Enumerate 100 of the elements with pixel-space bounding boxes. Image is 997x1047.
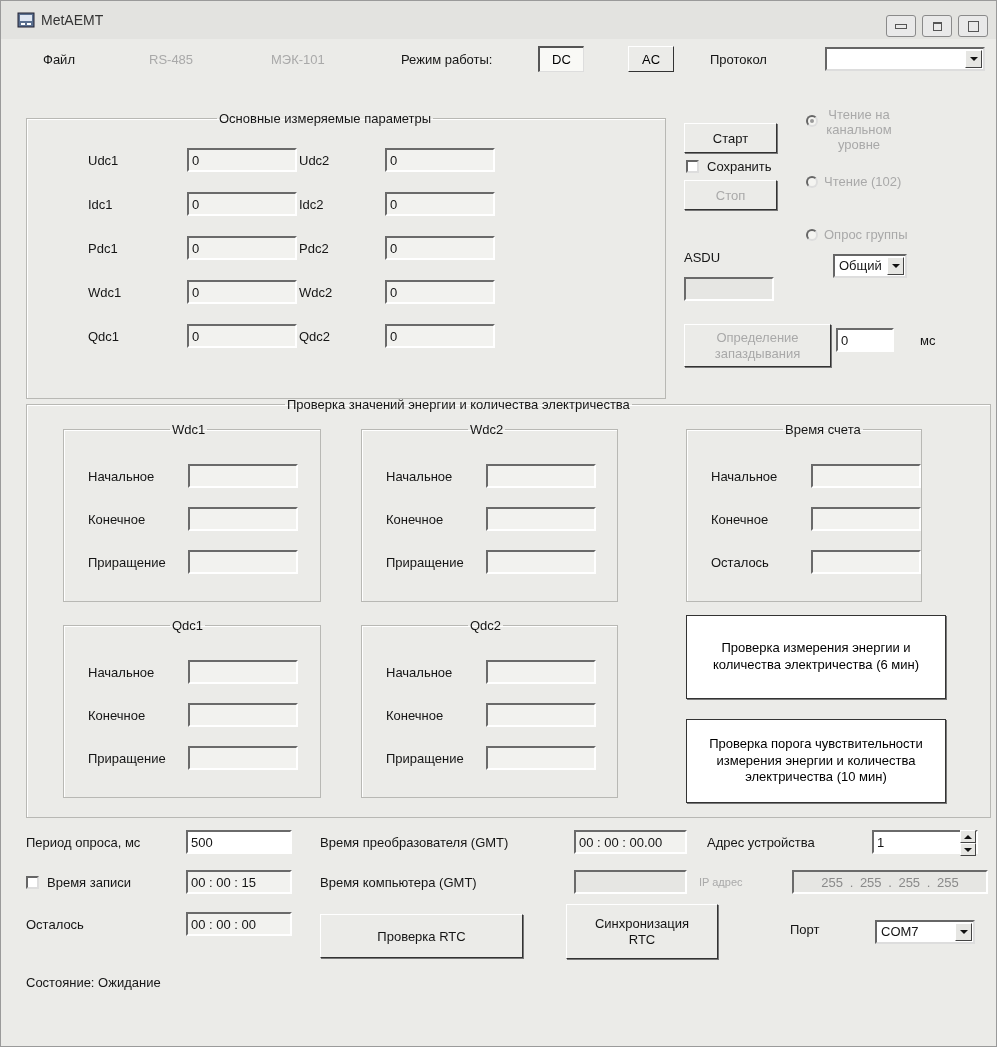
text-field[interactable]: 0 <box>187 280 297 304</box>
text-field[interactable]: 500 <box>186 830 292 854</box>
protocol-dropdown[interactable] <box>825 47 985 71</box>
text-field[interactable] <box>486 703 596 727</box>
field-label: Порт <box>790 922 821 937</box>
start-button[interactable]: Старт <box>684 123 777 153</box>
rtc-sync-button[interactable]: Синхронизация RTC <box>566 904 718 959</box>
check-button[interactable]: Проверка порога чувствительности измерения энергии и количества электричества (10 мин) <box>686 719 946 803</box>
text-field[interactable] <box>188 660 298 684</box>
text-field[interactable] <box>188 703 298 727</box>
text-field[interactable] <box>486 550 596 574</box>
field-label: IP адрес <box>699 876 744 888</box>
group-dropdown[interactable]: Общий <box>833 254 907 278</box>
field-label: Udc2 <box>299 152 331 168</box>
text-field[interactable]: 0 <box>385 280 495 304</box>
text-field[interactable]: 00 : 00 : 15 <box>186 870 292 894</box>
field-label: Приращение <box>386 750 465 766</box>
text-field[interactable] <box>486 746 596 770</box>
field-label: Начальное <box>88 468 156 484</box>
field-label: Конечное <box>386 511 445 527</box>
radio-label: Чтение на канальном уровне <box>825 107 893 152</box>
group-title: Qdc1 <box>171 618 205 633</box>
field-label: Wdc2 <box>299 284 334 300</box>
field-label: Qdc2 <box>299 328 332 344</box>
radio-label: Опрос группы <box>824 227 908 242</box>
field-label: Wdc1 <box>88 284 123 300</box>
unit-label: мс <box>920 332 936 348</box>
text-field[interactable] <box>188 464 298 488</box>
mode-toggle-button[interactable]: AC <box>628 46 674 72</box>
field-label: Idc2 <box>299 196 325 212</box>
checkbox[interactable] <box>26 875 39 889</box>
radio-label: Чтение (102) <box>824 174 902 189</box>
delay-field[interactable]: 0 <box>836 328 894 352</box>
text-field[interactable] <box>188 550 298 574</box>
caret-icon <box>887 257 904 275</box>
field-label: Осталось <box>711 554 770 570</box>
text-field[interactable] <box>811 507 921 531</box>
app-icon <box>17 12 35 28</box>
field-label: Конечное <box>711 511 770 527</box>
field-label: Время преобразователя (GMT) <box>320 834 510 850</box>
status-text: Состояние: Ожидание <box>26 975 162 990</box>
field-label: Начальное <box>386 664 454 680</box>
field-label: Адрес устройства <box>707 834 816 850</box>
minimize-button[interactable] <box>886 15 916 37</box>
field-label: Время компьютера (GMT) <box>320 874 478 890</box>
mode-label: Режим работы: <box>401 51 494 67</box>
group-title: Основные измеряемые параметры <box>218 111 433 126</box>
group-title: Проверка значений энергии и количества электричества <box>286 397 631 412</box>
field-label: Конечное <box>386 707 445 723</box>
text-field[interactable]: 0 <box>187 236 297 260</box>
text-field[interactable] <box>486 464 596 488</box>
field-label: Idc1 <box>88 196 114 212</box>
text-field[interactable]: 0 <box>187 324 297 348</box>
text-field[interactable]: 0 <box>385 148 495 172</box>
close-button[interactable] <box>958 15 988 37</box>
text-field[interactable]: 0 <box>187 148 297 172</box>
rtc-check-button[interactable]: Проверка RTC <box>320 914 523 958</box>
text-field[interactable]: 0 <box>385 192 495 216</box>
field-label: Pdc1 <box>88 240 119 256</box>
field-label: Конечное <box>88 511 147 527</box>
text-field[interactable]: 0 <box>187 192 297 216</box>
text-field[interactable]: 0 <box>385 324 495 348</box>
spin-down-button[interactable] <box>960 843 976 856</box>
checkbox-label: Время записи <box>47 874 131 890</box>
asdu-label: ASDU <box>684 250 721 265</box>
text-field[interactable] <box>811 464 921 488</box>
field-label: Udc1 <box>88 152 120 168</box>
group-title: Qdc2 <box>469 618 503 633</box>
field-label: Приращение <box>88 554 167 570</box>
field-label: Qdc1 <box>88 328 121 344</box>
field-label: Приращение <box>386 554 465 570</box>
text-field[interactable] <box>188 746 298 770</box>
port-dropdown[interactable]: COM7 <box>875 920 975 944</box>
field-label: Начальное <box>88 664 156 680</box>
text-field[interactable] <box>188 507 298 531</box>
caret-icon <box>965 50 982 68</box>
text-field[interactable] <box>811 550 921 574</box>
maximize-button[interactable] <box>922 15 952 37</box>
window-title: MetAEMT <box>41 12 104 28</box>
checkbox[interactable] <box>686 160 699 173</box>
text-field[interactable] <box>486 660 596 684</box>
group-title: Wdc2 <box>469 422 505 437</box>
menu-item[interactable]: Файл <box>43 51 149 67</box>
spin-field[interactable]: 1 <box>872 830 978 854</box>
checkbox-label: Сохранить <box>707 159 772 174</box>
text-field[interactable]: 00 : 00 : 00.00 <box>574 830 687 854</box>
field-label: Осталось <box>26 916 85 932</box>
field-label: Pdc2 <box>299 240 330 256</box>
field-label: Конечное <box>88 707 147 723</box>
field-label: Начальное <box>386 468 454 484</box>
text-field[interactable]: 00 : 00 : 00 <box>186 912 292 936</box>
text-field[interactable]: 0 <box>385 236 495 260</box>
protocol-label: Протокол <box>710 51 768 67</box>
caret-icon <box>955 923 972 941</box>
field-label: Приращение <box>88 750 167 766</box>
mode-toggle-button[interactable]: DC <box>538 46 584 72</box>
text-field[interactable] <box>486 507 596 531</box>
check-button[interactable]: Проверка измерения энергии и количества электричества (6 мин) <box>686 615 946 699</box>
field-label: Период опроса, мс <box>26 834 142 850</box>
spin-up-button[interactable] <box>960 830 976 843</box>
